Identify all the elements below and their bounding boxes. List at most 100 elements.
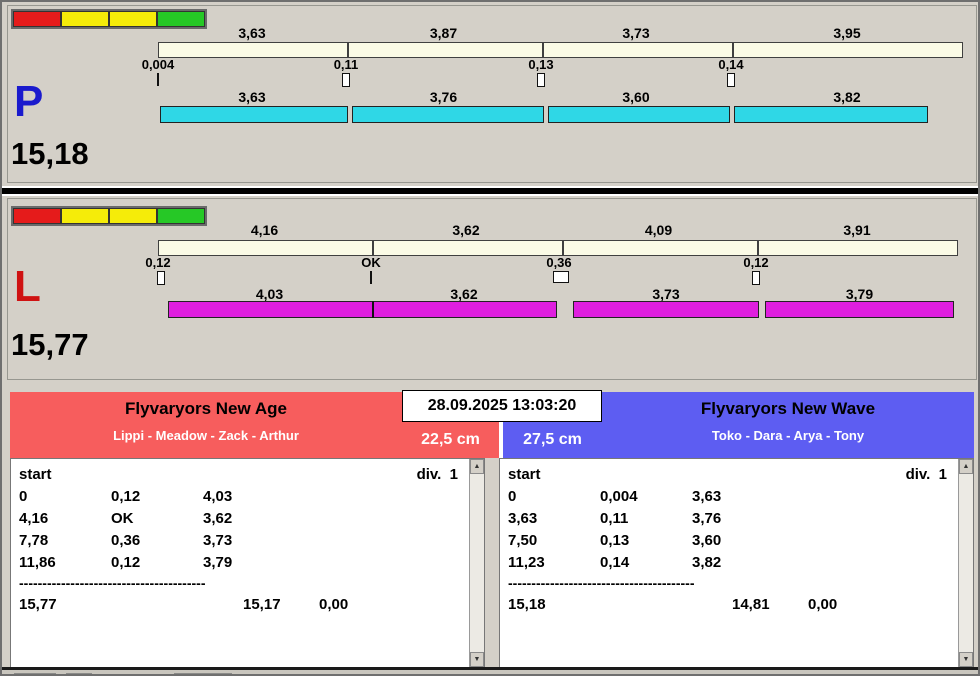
results-text-left: start div. 1 0 0,12 4,03 4,16 OK 3,62 7,…	[19, 464, 464, 616]
scroll-up-button[interactable]: ▲	[470, 459, 484, 474]
lap-time-label: 3,76	[429, 89, 458, 105]
lap-bar	[573, 301, 759, 318]
start-label: start	[19, 466, 52, 483]
cell: 3,76	[692, 510, 722, 527]
division-label: div. 1	[905, 466, 947, 483]
split-gap-label: 0,004	[141, 57, 175, 72]
lap-time-label: 3,62	[450, 286, 478, 302]
start-label: start	[508, 466, 541, 483]
result-row: 4,16 OK 3,62	[19, 508, 464, 530]
scale-time-label: 3,73	[622, 25, 650, 41]
bottom-edge	[2, 667, 978, 674]
scroll-up-icon: ▲	[962, 463, 970, 470]
time-scale-bar	[158, 42, 963, 58]
scrollbar[interactable]: ▲ ▼	[958, 459, 973, 667]
status-light-green-icon	[157, 11, 205, 27]
scroll-down-button[interactable]: ▼	[959, 652, 973, 667]
cell: 3,63	[508, 510, 538, 527]
cell: 7,50	[508, 532, 538, 549]
total-time: 15,77	[19, 596, 57, 613]
lane-p-panel: 3,63 3,87 3,73 3,95 0,004 0,11 0,13 0,14…	[7, 5, 977, 183]
gap-marker-icon	[342, 73, 350, 87]
results-panel-left[interactable]: start div. 1 0 0,12 4,03 4,16 OK 3,62 7,…	[10, 458, 485, 668]
cell: 4,16	[19, 510, 49, 527]
status-light-yellow-icon	[109, 208, 157, 224]
cell: 7,78	[19, 532, 49, 549]
scale-time-label: 3,62	[452, 222, 480, 238]
scroll-down-icon: ▼	[473, 656, 481, 663]
scroll-up-button[interactable]: ▲	[959, 459, 973, 474]
header-row: start div. 1	[508, 464, 953, 486]
gap-marker-icon	[157, 271, 165, 285]
cell: 4,03	[203, 488, 233, 505]
cell: 3,73	[203, 532, 233, 549]
results-panel-right[interactable]: start div. 1 0 0,004 3,63 3,63 0,11 3,76…	[499, 458, 974, 668]
cell: 0,11	[600, 510, 629, 527]
result-row: 0 0,004 3,63	[508, 486, 953, 508]
lane-total-time: 15,77	[11, 327, 89, 362]
scale-time-label: 3,87	[429, 25, 458, 41]
scale-time-label: 4,16	[250, 222, 279, 238]
split-gap-label: 0,12	[743, 255, 769, 270]
lap-time-label: 3,79	[845, 286, 874, 302]
gap-marker-icon	[727, 73, 735, 87]
scale-divider	[372, 241, 374, 255]
diff-time: 0,00	[319, 596, 349, 613]
lap-time-label: 4,03	[255, 286, 284, 302]
time-scale-bar	[158, 240, 958, 256]
result-row: 7,50 0,13 3,60	[508, 530, 953, 552]
scale-divider	[347, 43, 349, 57]
cell: 0,12	[111, 554, 141, 571]
cell: 3,62	[203, 510, 233, 527]
lap-bar	[352, 106, 544, 123]
gap-marker-icon	[370, 271, 372, 284]
lap-time-label: 3,63	[238, 89, 266, 105]
cell: 0	[508, 488, 517, 505]
lane-label: L	[14, 262, 41, 311]
status-light-green-icon	[157, 208, 205, 224]
totals-row: 15,18 14,81 0,00	[508, 594, 953, 616]
split-gap-label: OK	[361, 255, 381, 270]
lap-bar	[765, 301, 954, 318]
scale-time-label: 4,09	[644, 222, 673, 238]
results-section: Flyvaryors New Age Lippi - Meadow - Zack…	[2, 390, 978, 670]
lap-bar	[548, 106, 730, 123]
cell: 0,36	[111, 532, 141, 549]
cell: 0	[19, 488, 28, 505]
cell: OK	[111, 510, 134, 527]
timing-app-window: 3,63 3,87 3,73 3,95 0,004 0,11 0,13 0,14…	[0, 0, 980, 676]
team-right-name: Flyvaryors New Wave	[700, 399, 876, 418]
split-gap-label: 0,36	[546, 255, 572, 270]
cell: 0,12	[111, 488, 141, 505]
scale-divider	[732, 43, 734, 57]
scale-time-label: 3,63	[238, 25, 266, 41]
scale-divider	[562, 241, 564, 255]
lane-l-panel: 4,16 3,62 4,09 3,91 0,12 OK 0,36 0,12 4,…	[7, 198, 977, 380]
total-time: 15,18	[508, 596, 546, 613]
result-row: 7,78 0,36 3,73	[19, 530, 464, 552]
split-gap-label: 0,11	[333, 57, 359, 72]
cell: 3,60	[692, 532, 722, 549]
lap-bar-split	[372, 301, 374, 318]
team-right-header: Flyvaryors New Wave Toko - Dara - Arya -…	[602, 392, 974, 458]
result-row: 11,23 0,14 3,82	[508, 552, 953, 574]
split-gap-label: 0,14	[718, 57, 744, 72]
gap-marker-icon	[553, 271, 569, 283]
lap-bar	[734, 106, 928, 123]
status-light-red-icon	[13, 11, 61, 27]
lap-time-label: 3,73	[652, 286, 680, 302]
separator-line: ----------------------------------------	[19, 575, 206, 591]
status-light-yellow-icon	[61, 11, 109, 27]
scale-divider	[542, 43, 544, 57]
cell: 11,23	[508, 554, 545, 571]
handicap-left-badge: 22,5 cm	[402, 422, 499, 458]
status-light-red-icon	[13, 208, 61, 224]
scrollbar[interactable]: ▲ ▼	[469, 459, 484, 667]
scroll-up-icon: ▲	[473, 463, 481, 470]
scale-divider	[757, 241, 759, 255]
result-row: 0 0,12 4,03	[19, 486, 464, 508]
scroll-down-button[interactable]: ▼	[470, 652, 484, 667]
results-text-right: start div. 1 0 0,004 3,63 3,63 0,11 3,76…	[508, 464, 953, 616]
lane-divider	[2, 186, 978, 196]
lap-bar	[160, 106, 348, 123]
